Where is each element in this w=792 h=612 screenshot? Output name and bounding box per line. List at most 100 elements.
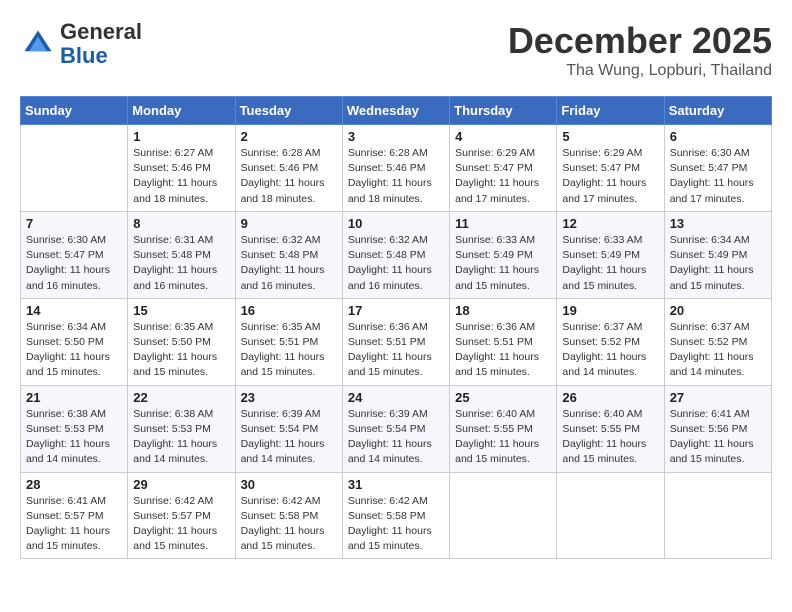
- calendar-cell: 13 Sunrise: 6:34 AM Sunset: 5:49 PM Dayli…: [664, 211, 771, 298]
- day-info: Sunrise: 6:34 AM Sunset: 5:49 PM Dayligh…: [670, 233, 766, 294]
- calendar-cell: 9 Sunrise: 6:32 AM Sunset: 5:48 PM Daylig…: [235, 211, 342, 298]
- day-info: Sunrise: 6:40 AM Sunset: 5:55 PM Dayligh…: [455, 407, 551, 468]
- logo: General Blue: [20, 20, 142, 68]
- weekday-header-wednesday: Wednesday: [342, 97, 449, 125]
- day-info: Sunrise: 6:38 AM Sunset: 5:53 PM Dayligh…: [133, 407, 229, 468]
- calendar-cell: [21, 125, 128, 212]
- calendar-cell: 8 Sunrise: 6:31 AM Sunset: 5:48 PM Daylig…: [128, 211, 235, 298]
- weekday-row: SundayMondayTuesdayWednesdayThursdayFrid…: [21, 97, 772, 125]
- day-info: Sunrise: 6:33 AM Sunset: 5:49 PM Dayligh…: [455, 233, 551, 294]
- day-info: Sunrise: 6:42 AM Sunset: 5:57 PM Dayligh…: [133, 494, 229, 555]
- day-info: Sunrise: 6:35 AM Sunset: 5:51 PM Dayligh…: [241, 320, 337, 381]
- day-number: 19: [562, 303, 658, 318]
- day-number: 27: [670, 390, 766, 405]
- day-number: 10: [348, 216, 444, 231]
- day-info: Sunrise: 6:38 AM Sunset: 5:53 PM Dayligh…: [26, 407, 122, 468]
- calendar-cell: 24 Sunrise: 6:39 AM Sunset: 5:54 PM Dayli…: [342, 385, 449, 472]
- calendar-cell: 30Sunrise: 6:42 AM Sunset: 5:58 PM Dayli…: [235, 472, 342, 559]
- day-info: Sunrise: 6:30 AM Sunset: 5:47 PM Dayligh…: [670, 146, 766, 207]
- day-number: 7: [26, 216, 122, 231]
- calendar-cell: 7 Sunrise: 6:30 AM Sunset: 5:47 PM Daylig…: [21, 211, 128, 298]
- week-row-1: 1Sunrise: 6:27 AM Sunset: 5:46 PM Daylig…: [21, 125, 772, 212]
- calendar-cell: 25Sunrise: 6:40 AM Sunset: 5:55 PM Dayli…: [450, 385, 557, 472]
- day-info: Sunrise: 6:28 AM Sunset: 5:46 PM Dayligh…: [348, 146, 444, 207]
- day-number: 3: [348, 129, 444, 144]
- week-row-2: 7 Sunrise: 6:30 AM Sunset: 5:47 PM Daylig…: [21, 211, 772, 298]
- calendar-cell: 21 Sunrise: 6:38 AM Sunset: 5:53 PM Dayli…: [21, 385, 128, 472]
- day-info: Sunrise: 6:39 AM Sunset: 5:54 PM Dayligh…: [348, 407, 444, 468]
- day-number: 24: [348, 390, 444, 405]
- weekday-header-sunday: Sunday: [21, 97, 128, 125]
- calendar-cell: 26 Sunrise: 6:40 AM Sunset: 5:55 PM Dayli…: [557, 385, 664, 472]
- calendar-cell: [557, 472, 664, 559]
- day-number: 30: [241, 477, 337, 492]
- calendar-cell: 16 Sunrise: 6:35 AM Sunset: 5:51 PM Dayli…: [235, 298, 342, 385]
- day-number: 15: [133, 303, 229, 318]
- day-info: Sunrise: 6:41 AM Sunset: 5:57 PM Dayligh…: [26, 494, 122, 555]
- weekday-header-monday: Monday: [128, 97, 235, 125]
- day-number: 4: [455, 129, 551, 144]
- calendar-cell: 1Sunrise: 6:27 AM Sunset: 5:46 PM Daylig…: [128, 125, 235, 212]
- day-info: Sunrise: 6:31 AM Sunset: 5:48 PM Dayligh…: [133, 233, 229, 294]
- day-number: 16: [241, 303, 337, 318]
- weekday-header-thursday: Thursday: [450, 97, 557, 125]
- day-info: Sunrise: 6:36 AM Sunset: 5:51 PM Dayligh…: [455, 320, 551, 381]
- calendar-cell: 20 Sunrise: 6:37 AM Sunset: 5:52 PM Dayli…: [664, 298, 771, 385]
- day-number: 29: [133, 477, 229, 492]
- day-number: 22: [133, 390, 229, 405]
- page-header: General Blue December 2025 Tha Wung, Lop…: [20, 20, 772, 80]
- day-info: Sunrise: 6:37 AM Sunset: 5:52 PM Dayligh…: [562, 320, 658, 381]
- day-number: 21: [26, 390, 122, 405]
- week-row-4: 21 Sunrise: 6:38 AM Sunset: 5:53 PM Dayli…: [21, 385, 772, 472]
- day-number: 14: [26, 303, 122, 318]
- calendar-cell: [450, 472, 557, 559]
- calendar-cell: 14 Sunrise: 6:34 AM Sunset: 5:50 PM Dayli…: [21, 298, 128, 385]
- day-info: Sunrise: 6:30 AM Sunset: 5:47 PM Dayligh…: [26, 233, 122, 294]
- calendar-cell: 5 Sunrise: 6:29 AM Sunset: 5:47 PM Daylig…: [557, 125, 664, 212]
- day-number: 9: [241, 216, 337, 231]
- weekday-header-friday: Friday: [557, 97, 664, 125]
- logo-icon: [20, 26, 56, 62]
- day-info: Sunrise: 6:32 AM Sunset: 5:48 PM Dayligh…: [241, 233, 337, 294]
- day-info: Sunrise: 6:28 AM Sunset: 5:46 PM Dayligh…: [241, 146, 337, 207]
- location-subtitle: Tha Wung, Lopburi, Thailand: [508, 62, 772, 80]
- calendar-cell: 10Sunrise: 6:32 AM Sunset: 5:48 PM Dayli…: [342, 211, 449, 298]
- calendar-table: SundayMondayTuesdayWednesdayThursdayFrid…: [20, 96, 772, 559]
- calendar-cell: [664, 472, 771, 559]
- calendar-body: 1Sunrise: 6:27 AM Sunset: 5:46 PM Daylig…: [21, 125, 772, 559]
- calendar-cell: 31 Sunrise: 6:42 AM Sunset: 5:58 PM Dayli…: [342, 472, 449, 559]
- calendar-header: SundayMondayTuesdayWednesdayThursdayFrid…: [21, 97, 772, 125]
- day-info: Sunrise: 6:33 AM Sunset: 5:49 PM Dayligh…: [562, 233, 658, 294]
- calendar-cell: 4 Sunrise: 6:29 AM Sunset: 5:47 PM Daylig…: [450, 125, 557, 212]
- calendar-cell: 19 Sunrise: 6:37 AM Sunset: 5:52 PM Dayli…: [557, 298, 664, 385]
- day-info: Sunrise: 6:29 AM Sunset: 5:47 PM Dayligh…: [562, 146, 658, 207]
- day-number: 31: [348, 477, 444, 492]
- calendar-cell: 17Sunrise: 6:36 AM Sunset: 5:51 PM Dayli…: [342, 298, 449, 385]
- month-title: December 2025: [508, 20, 772, 62]
- calendar-cell: 3 Sunrise: 6:28 AM Sunset: 5:46 PM Daylig…: [342, 125, 449, 212]
- day-number: 11: [455, 216, 551, 231]
- day-number: 1: [133, 129, 229, 144]
- week-row-3: 14 Sunrise: 6:34 AM Sunset: 5:50 PM Dayli…: [21, 298, 772, 385]
- day-number: 5: [562, 129, 658, 144]
- day-number: 2: [241, 129, 337, 144]
- day-info: Sunrise: 6:41 AM Sunset: 5:56 PM Dayligh…: [670, 407, 766, 468]
- calendar-cell: 27 Sunrise: 6:41 AM Sunset: 5:56 PM Dayli…: [664, 385, 771, 472]
- day-number: 23: [241, 390, 337, 405]
- day-info: Sunrise: 6:29 AM Sunset: 5:47 PM Dayligh…: [455, 146, 551, 207]
- calendar-cell: 29 Sunrise: 6:42 AM Sunset: 5:57 PM Dayli…: [128, 472, 235, 559]
- calendar-cell: 12Sunrise: 6:33 AM Sunset: 5:49 PM Dayli…: [557, 211, 664, 298]
- day-info: Sunrise: 6:37 AM Sunset: 5:52 PM Dayligh…: [670, 320, 766, 381]
- day-number: 20: [670, 303, 766, 318]
- day-info: Sunrise: 6:40 AM Sunset: 5:55 PM Dayligh…: [562, 407, 658, 468]
- calendar-cell: 11 Sunrise: 6:33 AM Sunset: 5:49 PM Dayli…: [450, 211, 557, 298]
- week-row-5: 28Sunrise: 6:41 AM Sunset: 5:57 PM Dayli…: [21, 472, 772, 559]
- day-info: Sunrise: 6:42 AM Sunset: 5:58 PM Dayligh…: [348, 494, 444, 555]
- day-number: 13: [670, 216, 766, 231]
- day-info: Sunrise: 6:34 AM Sunset: 5:50 PM Dayligh…: [26, 320, 122, 381]
- day-number: 26: [562, 390, 658, 405]
- calendar-cell: 28Sunrise: 6:41 AM Sunset: 5:57 PM Dayli…: [21, 472, 128, 559]
- day-number: 8: [133, 216, 229, 231]
- title-block: December 2025 Tha Wung, Lopburi, Thailan…: [508, 20, 772, 80]
- calendar-cell: 6Sunrise: 6:30 AM Sunset: 5:47 PM Daylig…: [664, 125, 771, 212]
